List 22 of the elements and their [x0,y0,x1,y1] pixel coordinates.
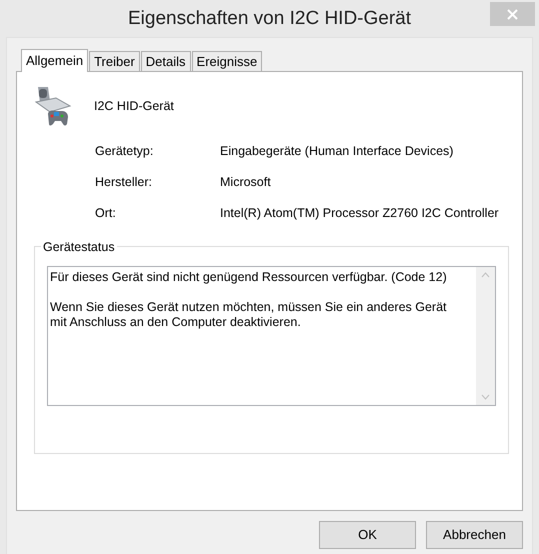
tab[interactable]: Ereignisse [192,51,262,71]
status-message: Für dieses Gerät sind nicht genügend Ressourcen verfügbar. (Code 12) [50,270,448,286]
device-name: I2C HID-Gerät [94,98,174,115]
window-title: Eigenschaften von I2C HID-Gerät [128,7,412,31]
property-value: Intel(R) Atom(TM) Processor Z2760 I2C Controller [220,204,499,222]
tab[interactable]: Treiber [89,51,140,71]
scrollbar[interactable] [476,267,495,406]
status-message: Wenn Sie dieses Gerät nutzen möchten, müssen Sie ein anderes Gerät mit Anschluss an den Computer deaktivieren. [50,300,448,330]
device-icon [32,84,74,128]
dialog-button[interactable]: OK [319,521,416,549]
scroll-down-icon[interactable] [481,394,490,400]
property-label: Ort: [95,204,117,222]
close-icon [507,8,518,20]
tab[interactable]: Allgemein [21,49,88,72]
tab[interactable]: Details [140,51,191,71]
scroll-up-icon[interactable] [481,272,490,278]
dialog-button[interactable]: Abbrechen [426,521,523,549]
property-label: Gerätetyp: [95,143,154,160]
property-label: Hersteller: [95,174,153,191]
property-value: Microsoft [220,174,271,191]
close-button[interactable] [490,2,535,26]
property-value: Eingabegeräte (Human Interface Devices) [220,143,454,160]
